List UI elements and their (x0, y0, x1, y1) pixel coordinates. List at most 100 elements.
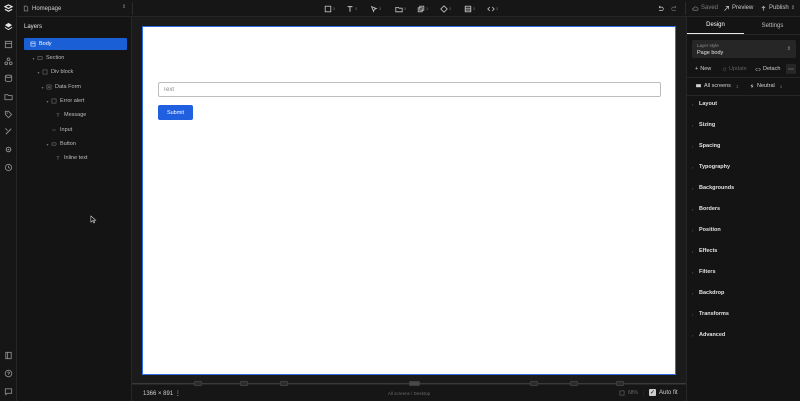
brush-icon[interactable] (4, 127, 13, 136)
div-block-icon (41, 69, 48, 75)
section-typography[interactable]: › Typography (692, 162, 796, 172)
text-tool-button[interactable]: 3 (346, 4, 357, 13)
text-icon (54, 155, 61, 161)
layer-item-data-form[interactable]: ▾ Data Form (24, 81, 127, 93)
breakpoint-handle[interactable] (280, 381, 288, 386)
components-icon[interactable] (4, 57, 13, 66)
breakpoint-handle[interactable] (616, 381, 624, 386)
new-style-button[interactable]: + New (695, 64, 711, 74)
caret-right-icon: › (692, 332, 694, 338)
layer-style-chevron-icon: ⇕ (786, 46, 791, 52)
components-tool-button[interactable]: 3 (440, 4, 451, 13)
publish-button[interactable]: Publish ⇕ (760, 3, 795, 13)
tab-design[interactable]: Design (687, 17, 744, 34)
code-icon (487, 6, 495, 11)
caret-right-icon: › (692, 290, 694, 296)
layers-icon[interactable] (4, 22, 13, 31)
caret-right-icon: › (692, 248, 694, 254)
gear-icon[interactable] (4, 145, 13, 154)
section-filters[interactable]: › Filters (692, 267, 796, 277)
caret-right-icon: › (692, 122, 694, 128)
cursor-tool-icon (370, 5, 378, 13)
cms-icon (464, 5, 472, 12)
help-icon[interactable] (4, 369, 13, 378)
caret-right-icon: › (692, 269, 694, 275)
page-selector[interactable]: Homepage ⇕ (23, 4, 126, 13)
chat-icon[interactable] (4, 387, 13, 396)
screens-scope-selector[interactable]: All screens 1 (695, 81, 738, 91)
breakpoint-handle[interactable] (570, 381, 578, 386)
saved-status: Saved (692, 3, 718, 13)
detach-style-button[interactable]: Detach (755, 64, 780, 74)
more-options-button[interactable]: ⋯ (786, 64, 796, 74)
layer-item-error-alert[interactable]: ▾ Error alert (24, 95, 127, 107)
layer-style-value: Page body (697, 50, 724, 56)
section-sizing[interactable]: › Sizing (692, 120, 796, 130)
cms-tool-button[interactable]: 3 (464, 4, 475, 13)
section-transforms[interactable]: › Transforms (692, 309, 796, 319)
folder-tool-button[interactable]: 3 (395, 4, 406, 13)
canvas-area: Submit (132, 17, 686, 384)
autofit-toggle[interactable]: ✓ Auto fit (649, 389, 678, 396)
text-input[interactable] (158, 82, 661, 97)
section-backdrop[interactable]: › Backdrop (692, 288, 796, 298)
update-style-button[interactable]: Update (722, 64, 747, 74)
folder-icon (395, 6, 403, 12)
layer-style-selector[interactable]: Layer style Page body ⇕ (692, 40, 796, 58)
section-advanced[interactable]: › Advanced (692, 330, 796, 340)
divider (687, 77, 800, 78)
zoom-chevron-icon: ⋮ (641, 390, 647, 396)
layer-item-body[interactable]: Body (24, 38, 127, 50)
submit-button[interactable]: Submit (158, 105, 193, 120)
layer-item-input[interactable]: Input (24, 124, 127, 136)
layer-item-section[interactable]: ▾ Section (24, 52, 127, 64)
history-icon[interactable] (4, 163, 13, 172)
code-tool-button[interactable]: 3 (487, 4, 498, 13)
link-icon (755, 67, 761, 71)
section-icon (36, 55, 43, 61)
layer-item-div-block[interactable]: ▾ Div block (24, 66, 127, 78)
top-toolbar: Homepage ⇕ 3 3 3 3 3 3 3 3 Saved Preview… (17, 0, 800, 17)
layers-panel: Layers Body ▾ Section ▾ Div block ▾ Data… (17, 17, 132, 401)
section-spacing[interactable]: › Spacing (692, 141, 796, 151)
section-backgrounds[interactable]: › Backgrounds (692, 183, 796, 193)
shapes-tool-button[interactable]: 3 (417, 4, 428, 13)
caret-right-icon: › (692, 164, 694, 170)
breakpoint-handle[interactable] (530, 381, 538, 386)
section-position[interactable]: › Position (692, 225, 796, 235)
tab-settings[interactable]: Settings (744, 17, 800, 34)
logo-icon[interactable] (4, 4, 13, 13)
alert-icon (50, 98, 57, 104)
breakpoint-handle-active[interactable] (409, 381, 420, 386)
section-layout[interactable]: › Layout (692, 99, 796, 109)
body-icon (29, 41, 36, 47)
checkbox-checked-icon[interactable]: ✓ (649, 389, 656, 396)
section-borders[interactable]: › Borders (692, 204, 796, 214)
pages-icon[interactable] (4, 40, 13, 49)
section-effects[interactable]: › Effects (692, 246, 796, 256)
undo-button[interactable] (657, 3, 664, 13)
redo-icon (671, 5, 677, 11)
redo-button[interactable] (671, 3, 678, 13)
assets-icon[interactable] (4, 92, 13, 101)
input-icon (50, 127, 57, 133)
state-scope-selector[interactable]: Neutral 1 (749, 81, 782, 91)
cms-icon[interactable] (4, 74, 13, 83)
mouse-cursor-icon (90, 215, 97, 224)
plus-icon: + (695, 66, 699, 72)
book-icon[interactable] (4, 351, 13, 360)
preview-button[interactable]: Preview (723, 3, 753, 13)
layer-item-inline-text[interactable]: Inline text (24, 152, 127, 164)
frame-tool-button[interactable]: 3 (324, 4, 335, 13)
breakpoint-handle[interactable] (240, 381, 248, 386)
divider (685, 2, 686, 15)
layer-item-button[interactable]: ▾ Button (24, 138, 127, 150)
layer-item-message[interactable]: Message (24, 109, 127, 121)
tag-icon[interactable] (4, 110, 13, 119)
form-icon (45, 84, 52, 90)
zoom-control[interactable]: 68% ⋮ (619, 390, 646, 396)
button-icon (50, 141, 57, 147)
breakpoint-handle[interactable] (194, 381, 202, 386)
page-canvas[interactable]: Submit (142, 26, 676, 375)
cursor-tool-button[interactable]: 3 (370, 4, 381, 13)
